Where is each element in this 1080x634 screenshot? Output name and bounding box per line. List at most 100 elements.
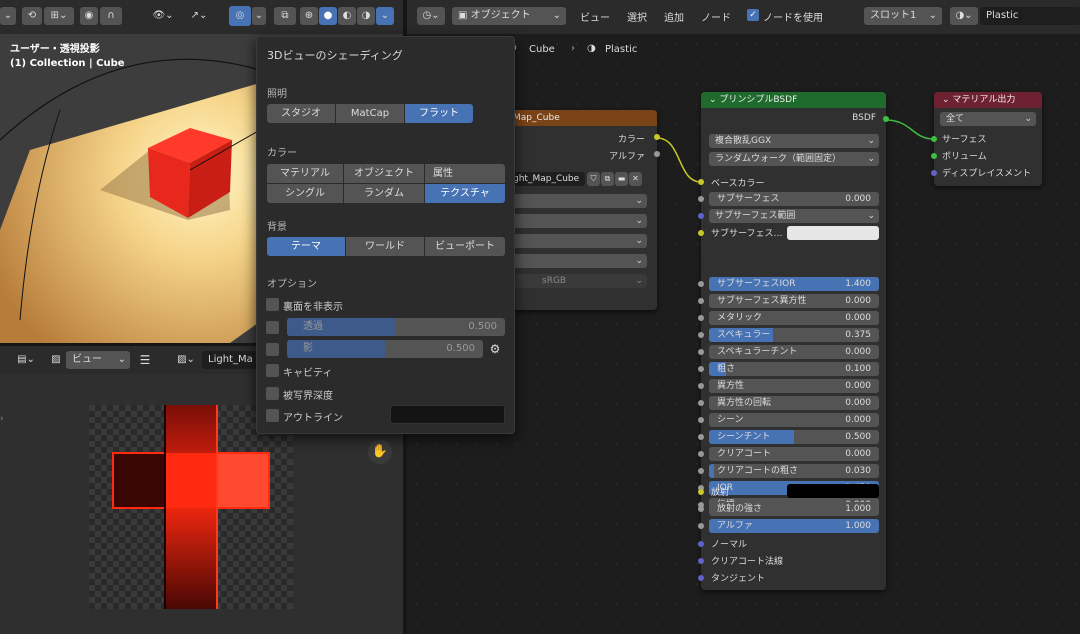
shadow-checkbox[interactable] [266, 343, 279, 356]
bsdf-slider[interactable]: 異方性の回転 0.000 [709, 396, 879, 410]
output-header[interactable]: ⌄ マテリアル出力 [934, 92, 1042, 108]
socket-subsurface[interactable] [698, 196, 704, 202]
lighting-flat-button[interactable]: フラット [405, 104, 473, 123]
socket-subsurface-color[interactable] [698, 230, 704, 236]
color-single-button[interactable]: シングル [267, 184, 343, 203]
rendered-shading-icon[interactable]: ◑ [357, 7, 375, 25]
bsdf-slider[interactable]: スペキュラー 0.375 [709, 328, 879, 342]
menu-add[interactable]: 追加 [664, 9, 684, 24]
solid-shading-icon[interactable]: ● [319, 7, 337, 25]
view-dropdown[interactable]: ビュー ⌄ [66, 351, 130, 369]
editor-type-icon[interactable]: ▤⌄ [12, 351, 40, 369]
socket-surface[interactable] [931, 136, 937, 142]
xray-alpha-slider[interactable]: 透過 0.500 [287, 318, 505, 336]
bsdf-slider[interactable]: サブサーフェス異方性 0.000 [709, 294, 879, 308]
colorspace-dropdown[interactable]: sRGB ⌄ [507, 274, 647, 288]
source-dropdown[interactable]: ⌄ [507, 254, 647, 268]
bsdf-slider[interactable]: クリアコートの粗さ 0.030 [709, 464, 879, 478]
image-mode-icon[interactable]: ▨ [48, 351, 64, 369]
editor-type-icon[interactable]: ◷⌄ [417, 7, 445, 25]
socket-emission-strength[interactable] [698, 506, 704, 512]
projection-dropdown[interactable]: ⌄ [507, 214, 647, 228]
bsdf-slider[interactable]: 異方性 0.000 [709, 379, 879, 393]
material-browse-icon[interactable]: ◑⌄ [950, 7, 978, 25]
folder-icon[interactable]: ▬ [615, 172, 628, 186]
chevron-right-icon[interactable]: › [0, 414, 8, 430]
material-name-field[interactable]: Plastic [980, 7, 1080, 25]
socket-alpha[interactable] [654, 151, 660, 157]
bsdf-slider[interactable]: 粗さ 0.100 [709, 362, 879, 376]
shading-popover-chevron-icon[interactable]: ⌄ [376, 7, 394, 25]
falloff-icon[interactable]: ∩ [100, 7, 122, 25]
material-shading-icon[interactable]: ◐ [338, 7, 356, 25]
socket-color[interactable] [654, 134, 660, 140]
wireframe-shading-icon[interactable]: ⊕ [300, 7, 318, 25]
gizmo-icon[interactable]: ↗⌄ [184, 7, 214, 25]
duplicate-icon[interactable]: ⧉ [601, 172, 614, 186]
hamburger-menu-icon[interactable]: ☰ [136, 351, 154, 369]
outline-checkbox[interactable] [266, 409, 279, 422]
socket-alpha[interactable] [698, 523, 704, 529]
image-name-field[interactable]: ght_Map_Cube [507, 172, 585, 186]
pan-hand-icon[interactable]: ✋ [368, 440, 392, 464]
bsdf-slider[interactable]: クリアコート 0.000 [709, 447, 879, 461]
socket-6[interactable] [698, 383, 704, 389]
socket-8[interactable] [698, 417, 704, 423]
distribution-dropdown[interactable]: 複合散乱GGX ⌄ [709, 134, 879, 148]
slot-dropdown[interactable]: スロット1 ⌄ [864, 7, 942, 25]
menu-view[interactable]: ビュー [580, 9, 610, 24]
image-texture-node[interactable]: Map_Cube カラー アルファ ght_Map_Cube ⛉ ⧉ ▬ ✕ ⌄… [507, 110, 660, 310]
socket-1[interactable] [698, 298, 704, 304]
socket-5[interactable] [698, 366, 704, 372]
outline-color-swatch[interactable] [390, 405, 505, 424]
proportional-icon[interactable]: ◉ [80, 7, 98, 25]
subsurface-radius-dropdown[interactable]: サブサーフェス範囲 ⌄ [709, 209, 879, 223]
lighting-studio-button[interactable]: スタジオ [267, 104, 335, 123]
socket-base-color[interactable] [698, 179, 704, 185]
extension-dropdown[interactable]: ⌄ [507, 234, 647, 248]
socket-11[interactable] [698, 468, 704, 474]
alpha-slider[interactable]: アルファ 1.000 [709, 519, 879, 533]
socket-7[interactable] [698, 400, 704, 406]
color-texture-button[interactable]: テクスチャ [425, 184, 505, 203]
socket-3[interactable] [698, 332, 704, 338]
menu-node[interactable]: ノード [701, 9, 731, 24]
background-viewport-button[interactable]: ビューポート [425, 237, 505, 256]
backface-checkbox[interactable] [266, 298, 279, 311]
color-attribute-button[interactable]: 属性 [425, 164, 505, 183]
subsurface-slider[interactable]: サブサーフェス 0.000 [709, 192, 879, 206]
color-material-button[interactable]: マテリアル [267, 164, 343, 183]
color-random-button[interactable]: ランダム [344, 184, 424, 203]
subsurface-method-dropdown[interactable]: ランダムウォーク（範囲固定） ⌄ [709, 152, 879, 166]
cavity-checkbox[interactable] [266, 364, 279, 377]
socket-volume[interactable] [931, 153, 937, 159]
snap-target-icon[interactable]: ⊞⌄ [44, 7, 74, 25]
visibility-icon[interactable]: 👁⌄ [148, 7, 178, 25]
overlay-icon[interactable]: ◎ [229, 6, 251, 26]
lighting-matcap-button[interactable]: MatCap [336, 104, 404, 123]
fake-user-icon[interactable]: ⛉ [587, 172, 600, 186]
gear-icon[interactable]: ⚙ [487, 340, 503, 358]
emission-strength-slider[interactable]: 放射の強さ 1.000 [709, 502, 879, 516]
dof-checkbox[interactable] [266, 387, 279, 400]
object-type-dropdown[interactable]: ▣ オブジェクト ⌄ [452, 7, 566, 25]
bsdf-slider[interactable]: スペキュラーチント 0.000 [709, 345, 879, 359]
bsdf-slider[interactable]: サブサーフェスIOR 1.400 [709, 277, 879, 291]
socket-10[interactable] [698, 451, 704, 457]
menu-select[interactable]: 選択 [627, 9, 647, 24]
socket-emission[interactable] [698, 489, 704, 495]
socket-4[interactable] [698, 349, 704, 355]
socket-tangent[interactable] [698, 575, 704, 581]
color-object-button[interactable]: オブジェクト [344, 164, 424, 183]
material-output-node[interactable]: ⌄ マテリアル出力 全て ⌄ サーフェス ボリューム ディスプレイスメント [931, 92, 1042, 186]
socket-2[interactable] [698, 315, 704, 321]
background-theme-button[interactable]: テーマ [267, 237, 345, 256]
socket-clearcoat-normal[interactable] [698, 558, 704, 564]
principled-bsdf-node[interactable]: ⌄ プリンシプルBSDF BSDF 複合散乱GGX ⌄ ランダムウォーク（範囲固定… [698, 92, 889, 590]
socket-displacement[interactable] [931, 170, 937, 176]
chevron-down-icon[interactable]: ⌄ [0, 7, 16, 25]
image-browse-icon[interactable]: ▨⌄ [172, 351, 200, 369]
bsdf-slider[interactable]: シーン 0.000 [709, 413, 879, 427]
snap-icon[interactable]: ⟲ [22, 7, 42, 25]
bsdf-slider[interactable]: シーンチント 0.500 [709, 430, 879, 444]
